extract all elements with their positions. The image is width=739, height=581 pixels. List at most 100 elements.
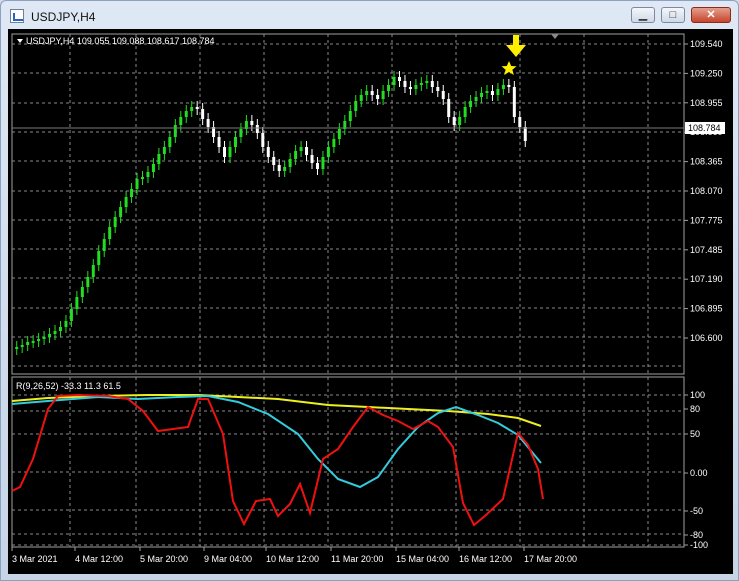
minimize-button[interactable]: ▁ bbox=[631, 7, 655, 23]
candle-body bbox=[354, 101, 358, 111]
candle-body bbox=[228, 147, 232, 157]
candle-body bbox=[141, 177, 144, 179]
candle-body bbox=[266, 147, 270, 157]
candle-body bbox=[135, 179, 139, 189]
candle-body bbox=[48, 334, 52, 337]
chart-menu-triangle-icon[interactable] bbox=[17, 39, 23, 43]
indicator-tick-label: 80 bbox=[690, 404, 700, 414]
candle-body bbox=[337, 129, 341, 139]
indicator-tick-label: -80 bbox=[690, 530, 703, 540]
main-chart-header: USDJPY,H4 109.055 109.088 108.617 108.78… bbox=[26, 36, 215, 46]
candle-body bbox=[75, 297, 79, 309]
chart-area[interactable]: USDJPY,H4 109.055 109.088 108.617 108.78… bbox=[8, 29, 733, 574]
candle-body bbox=[518, 117, 522, 127]
candle-body bbox=[315, 163, 319, 169]
candle-body bbox=[162, 147, 166, 154]
close-button[interactable]: ✕ bbox=[691, 7, 731, 23]
candle-body bbox=[441, 91, 445, 99]
candle-body bbox=[37, 339, 41, 341]
chart-canvas[interactable]: USDJPY,H4 109.055 109.088 108.617 108.78… bbox=[8, 29, 733, 574]
candle-body bbox=[398, 77, 401, 81]
candle-body bbox=[173, 125, 177, 137]
candle-body bbox=[80, 287, 84, 297]
candle-body bbox=[452, 117, 456, 125]
candle-body bbox=[91, 265, 95, 277]
maximize-button[interactable]: □ bbox=[661, 7, 685, 23]
candle-body bbox=[272, 157, 276, 165]
candle-body bbox=[195, 107, 199, 109]
candle-body bbox=[359, 95, 363, 101]
current-price-label: 108.784 bbox=[688, 123, 721, 133]
indicator-frame bbox=[11, 376, 685, 548]
candle-body bbox=[305, 147, 309, 155]
candle-body bbox=[97, 251, 101, 265]
price-tick-label: 107.190 bbox=[690, 274, 723, 284]
candle-body bbox=[151, 164, 155, 172]
indicator-tick-label: 100 bbox=[690, 390, 705, 400]
main-chart-frame bbox=[11, 33, 685, 375]
chart-window-icon bbox=[10, 9, 24, 23]
time-tick-label: 4 Mar 12:00 bbox=[75, 554, 123, 564]
price-tick-label: 109.250 bbox=[690, 68, 723, 78]
candle-body bbox=[501, 85, 505, 89]
candle-body bbox=[130, 189, 134, 197]
candle-body bbox=[108, 227, 112, 239]
candle-body bbox=[326, 147, 330, 157]
candle-body bbox=[288, 159, 292, 167]
down-arrow-icon bbox=[506, 35, 526, 57]
price-tick-label: 108.365 bbox=[690, 157, 723, 167]
candle-body bbox=[523, 127, 527, 141]
candle-body bbox=[184, 111, 188, 117]
candle-body bbox=[512, 87, 516, 117]
time-axis: 3 Mar 2021 4 Mar 12:00 5 Mar 20:00 9 Mar 04… bbox=[11, 547, 577, 564]
candle-body bbox=[469, 101, 473, 107]
candle-body bbox=[179, 117, 183, 125]
price-tick-label: 106.600 bbox=[690, 333, 723, 343]
candle-body bbox=[376, 95, 380, 99]
indicator-tick-label: -50 bbox=[690, 506, 703, 516]
price-tick-label: 107.485 bbox=[690, 245, 723, 255]
candle-body bbox=[157, 154, 161, 164]
candle-body bbox=[480, 93, 484, 97]
candle-body bbox=[294, 151, 298, 159]
candle-body bbox=[124, 197, 128, 207]
candle-body bbox=[490, 91, 494, 95]
indicator-header: R(9,26,52) -33.3 11.3 61.5 bbox=[16, 381, 121, 391]
indicator-red-line bbox=[11, 393, 544, 527]
window-title: USDJPY,H4 bbox=[31, 10, 96, 24]
candle-body bbox=[436, 87, 440, 91]
price-tick-label: 108.070 bbox=[690, 186, 723, 196]
candle-body bbox=[206, 119, 210, 127]
star-icon bbox=[501, 61, 517, 75]
indicator-grid bbox=[12, 377, 684, 547]
time-tick-label: 15 Mar 04:00 bbox=[396, 554, 449, 564]
candle-body bbox=[430, 81, 434, 87]
candle-body bbox=[69, 309, 73, 321]
candle-body bbox=[370, 91, 374, 95]
candle-body bbox=[496, 89, 500, 95]
indicator-tick-label: -100 bbox=[690, 540, 708, 550]
candle-body bbox=[321, 157, 325, 169]
candle-body bbox=[419, 83, 423, 85]
candle-body bbox=[233, 137, 237, 147]
candle-body bbox=[255, 125, 259, 133]
candle-body bbox=[458, 117, 462, 125]
candle-body bbox=[425, 81, 429, 83]
candle-body bbox=[217, 137, 221, 147]
candle-body bbox=[53, 331, 57, 334]
candle-body bbox=[64, 321, 68, 327]
candle-body bbox=[310, 155, 314, 163]
time-tick-label: 16 Mar 12:00 bbox=[459, 554, 512, 564]
candle-body bbox=[20, 345, 24, 347]
candle-body bbox=[168, 137, 172, 147]
candle-body bbox=[299, 147, 303, 151]
candle-body bbox=[190, 107, 194, 111]
price-tick-label: 106.895 bbox=[690, 304, 723, 314]
time-tick-label: 10 Mar 12:00 bbox=[266, 554, 319, 564]
price-tick-label: 107.775 bbox=[690, 215, 723, 225]
candle-body bbox=[447, 99, 451, 117]
candle-body bbox=[474, 97, 478, 101]
chart-window: USDJPY,H4 ▁ □ ✕ USDJPY,H4 109.055 109.08… bbox=[0, 0, 739, 581]
candle-body bbox=[403, 81, 407, 87]
candle-body bbox=[102, 239, 106, 251]
